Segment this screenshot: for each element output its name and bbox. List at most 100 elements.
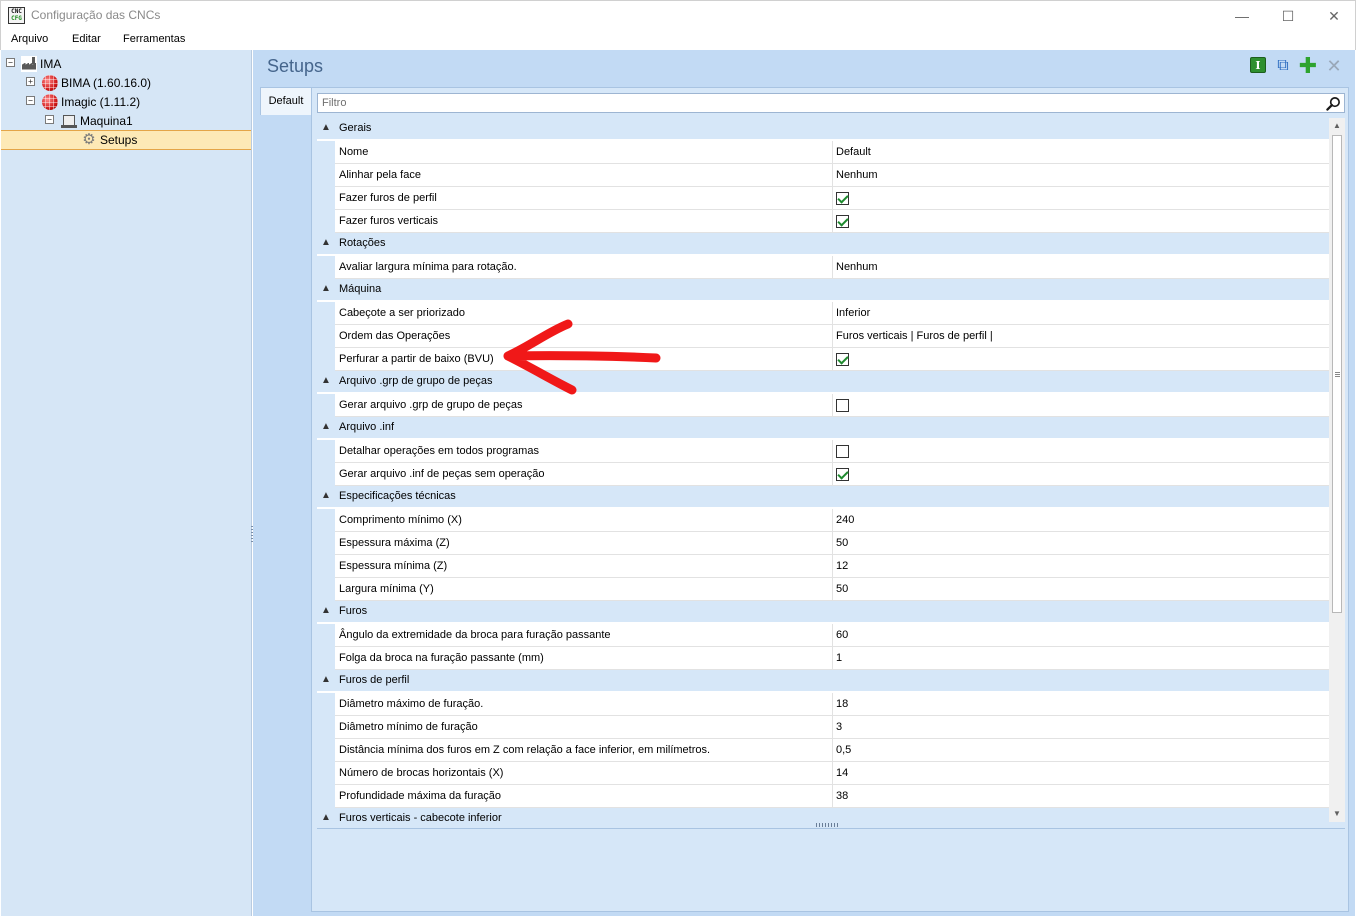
property-value[interactable]: Nenhum [833, 164, 1329, 187]
property-name: Gerar arquivo .inf de peças sem operação [335, 463, 833, 486]
property-name: Gerar arquivo .grp de grupo de peças [335, 394, 833, 417]
scroll-thumb[interactable] [1332, 135, 1342, 613]
tree-item-maquina1[interactable]: Maquina1 [61, 111, 133, 130]
scroll-down-arrow[interactable]: ▼ [1329, 806, 1345, 822]
property-checkbox[interactable] [836, 353, 849, 366]
tree-item-setups[interactable]: ⚙ Setups [81, 130, 137, 149]
property-value[interactable]: Nenhum [833, 256, 1329, 279]
category-row[interactable]: ▲ Furos de perfil [317, 670, 1329, 692]
close-button[interactable]: ✕ [1311, 1, 1356, 31]
row-gutter [317, 624, 335, 647]
category-label: Gerais [339, 122, 372, 134]
row-gutter [317, 348, 335, 371]
red-ball-icon [42, 74, 58, 91]
expander-bima[interactable]: + [26, 77, 35, 86]
property-value[interactable]: Furos verticais | Furos de perfil | [833, 325, 1329, 348]
category-row[interactable]: ▲ Furos verticais - cabecote inferior [317, 808, 1329, 822]
row-gutter [317, 532, 335, 555]
expander-ima[interactable]: − [6, 58, 15, 67]
menu-editar[interactable]: Editar [72, 33, 101, 45]
property-value[interactable]: 50 [833, 578, 1329, 601]
category-row[interactable]: ▲ Especificações técnicas [317, 486, 1329, 508]
copy-button[interactable]: ⧉ [1274, 57, 1292, 75]
property-value[interactable]: 1 [833, 647, 1329, 670]
category-row[interactable]: ▲ Arquivo .grp de grupo de peças [317, 371, 1329, 393]
property-value[interactable]: 0,5 [833, 739, 1329, 762]
category-label: Máquina [339, 283, 382, 295]
property-value[interactable]: 50 [833, 532, 1329, 555]
row-gutter [317, 555, 335, 578]
red-ball-icon [42, 93, 58, 110]
tree-item-bima[interactable]: BIMA (1.60.16.0) [42, 73, 151, 92]
property-value[interactable]: 14 [833, 762, 1329, 785]
property-name: Cabeçote a ser priorizado [335, 302, 833, 325]
delete-button[interactable]: ✕ [1325, 56, 1343, 76]
chevron-up-icon[interactable]: ▲ [321, 237, 331, 248]
vertical-scrollbar[interactable]: ▲ ▼ [1329, 118, 1345, 822]
row-gutter [317, 325, 335, 348]
property-checkbox[interactable] [836, 445, 849, 458]
scroll-up-arrow[interactable]: ▲ [1329, 118, 1345, 134]
tab-default[interactable]: Default [260, 87, 312, 115]
property-row: Perfurar a partir de baixo (BVU) [317, 348, 1329, 371]
property-name: Diâmetro máximo de furação. [335, 693, 833, 716]
row-gutter [317, 693, 335, 716]
property-value[interactable]: 38 [833, 785, 1329, 808]
property-value[interactable]: 12 [833, 555, 1329, 578]
tree-item-imagic[interactable]: Imagic (1.11.2) [42, 92, 140, 111]
filter-input[interactable] [318, 94, 1318, 112]
expander-imagic[interactable]: − [26, 96, 35, 105]
description-splitter[interactable] [816, 823, 838, 827]
chevron-up-icon[interactable]: ▲ [321, 375, 331, 386]
property-value[interactable] [833, 440, 1329, 463]
category-label: Rotações [339, 237, 386, 249]
property-checkbox[interactable] [836, 399, 849, 412]
property-value[interactable] [833, 463, 1329, 486]
category-row[interactable]: ▲ Rotações [317, 233, 1329, 255]
expander-maquina[interactable]: − [45, 115, 54, 124]
row-gutter [317, 141, 335, 164]
chevron-up-icon[interactable]: ▲ [321, 283, 331, 294]
property-checkbox[interactable] [836, 192, 849, 205]
row-gutter [317, 256, 335, 279]
chevron-up-icon[interactable]: ▲ [321, 490, 331, 501]
info-button[interactable]: I [1250, 57, 1266, 73]
menu-ferramentas[interactable]: Ferramentas [123, 33, 185, 45]
add-button[interactable]: ✚ [1299, 53, 1317, 78]
minimize-button[interactable]: — [1219, 1, 1265, 31]
property-value[interactable]: 3 [833, 716, 1329, 739]
property-value[interactable] [833, 210, 1329, 233]
property-value[interactable]: 18 [833, 693, 1329, 716]
property-value[interactable] [833, 187, 1329, 210]
property-row: Alinhar pela face Nenhum [317, 164, 1329, 187]
chevron-up-icon[interactable]: ▲ [321, 605, 331, 616]
property-value[interactable] [833, 394, 1329, 417]
property-name: Alinhar pela face [335, 164, 833, 187]
tree-item-ima[interactable]: IMA [21, 54, 61, 73]
chevron-up-icon[interactable]: ▲ [321, 421, 331, 432]
search-icon[interactable] [1326, 96, 1341, 111]
menu-arquivo[interactable]: Arquivo [11, 33, 48, 45]
property-value[interactable]: 240 [833, 509, 1329, 532]
property-value[interactable]: Default [833, 141, 1329, 164]
property-checkbox[interactable] [836, 468, 849, 481]
property-row: Espessura mínima (Z) 12 [317, 555, 1329, 578]
property-row: Gerar arquivo .inf de peças sem operação [317, 463, 1329, 486]
category-row[interactable]: ▲ Gerais [317, 118, 1329, 140]
property-value[interactable]: Inferior [833, 302, 1329, 325]
property-value[interactable] [833, 348, 1329, 371]
category-row[interactable]: ▲ Furos [317, 601, 1329, 623]
property-checkbox[interactable] [836, 215, 849, 228]
category-row[interactable]: ▲ Arquivo .inf [317, 417, 1329, 439]
chevron-up-icon[interactable]: ▲ [321, 122, 331, 133]
app-icon-text-bottom: CFG [11, 15, 22, 22]
maximize-button[interactable]: ☐ [1265, 1, 1311, 31]
chevron-up-icon[interactable]: ▲ [321, 674, 331, 685]
property-name: Avaliar largura mínima para rotação. [335, 256, 833, 279]
property-row: Largura mínima (Y) 50 [317, 578, 1329, 601]
property-name: Número de brocas horizontais (X) [335, 762, 833, 785]
category-row[interactable]: ▲ Máquina [317, 279, 1329, 301]
property-name: Diâmetro mínimo de furação [335, 716, 833, 739]
chevron-up-icon[interactable]: ▲ [321, 812, 331, 822]
property-value[interactable]: 60 [833, 624, 1329, 647]
